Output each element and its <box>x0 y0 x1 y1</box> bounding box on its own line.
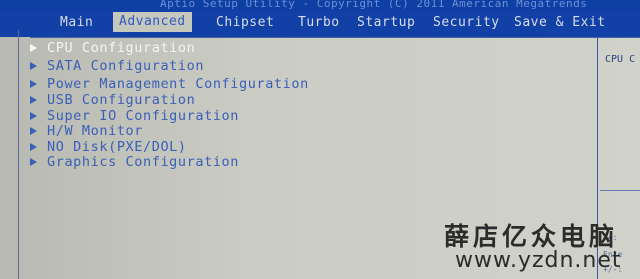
tab-save-exit[interactable]: Save & Exit <box>514 10 606 37</box>
menu-item-label: Graphics Configuration <box>47 154 240 170</box>
menu-item-label: Power Management Configuration <box>47 76 309 92</box>
submenu-arrow-icon <box>30 44 37 52</box>
frame-border-top <box>30 37 640 38</box>
menu-item-hw-monitor[interactable]: H/W Monitor <box>30 123 144 139</box>
submenu-arrow-icon <box>30 158 37 166</box>
submenu-arrow-icon <box>30 96 37 104</box>
help-panel-separator <box>600 190 640 191</box>
menu-item-sata-configuration[interactable]: SATA Configuration <box>30 58 205 74</box>
menu-item-label: NO Disk(PXE/DOL) <box>47 139 187 155</box>
menu-item-label: H/W Monitor <box>47 123 144 139</box>
bios-screen: Aptio Setup Utility - Copyright (C) 2011… <box>0 0 640 279</box>
submenu-arrow-icon <box>30 127 37 135</box>
menu-item-power-management-configuration[interactable]: Power Management Configuration <box>30 76 309 92</box>
menu-item-super-io-configuration[interactable]: Super IO Configuration <box>30 108 240 124</box>
tab-startup[interactable]: Startup <box>357 10 415 37</box>
menu-item-usb-configuration[interactable]: USB Configuration <box>30 92 196 108</box>
watermark-url: www.yzdn.net <box>455 248 622 273</box>
header-title: Aptio Setup Utility - Copyright (C) 2011… <box>160 0 588 10</box>
submenu-arrow-icon <box>30 80 37 88</box>
menu-item-label: USB Configuration <box>47 92 196 108</box>
tab-chipset[interactable]: Chipset <box>216 10 274 37</box>
tab-security[interactable]: Security <box>433 10 500 37</box>
menu-item-label: CPU Configuration <box>47 40 196 56</box>
tab-advanced[interactable]: Advanced <box>113 12 192 32</box>
menu-item-cpu-configuration[interactable]: CPU Configuration <box>30 40 196 56</box>
frame-border-left <box>18 30 19 279</box>
submenu-arrow-icon <box>30 62 37 70</box>
submenu-arrow-icon <box>30 143 37 151</box>
submenu-arrow-icon <box>30 112 37 120</box>
tab-bar: Main Advanced Chipset Turbo Startup Secu… <box>0 10 640 37</box>
menu-item-no-disk[interactable]: NO Disk(PXE/DOL) <box>30 139 187 155</box>
menu-item-graphics-configuration[interactable]: Graphics Configuration <box>30 154 240 170</box>
menu-item-label: Super IO Configuration <box>47 108 240 124</box>
tab-main[interactable]: Main <box>60 10 93 37</box>
tab-turbo[interactable]: Turbo <box>298 10 340 37</box>
menu-item-label: SATA Configuration <box>47 58 205 74</box>
help-panel-title: CPU C <box>605 54 636 65</box>
